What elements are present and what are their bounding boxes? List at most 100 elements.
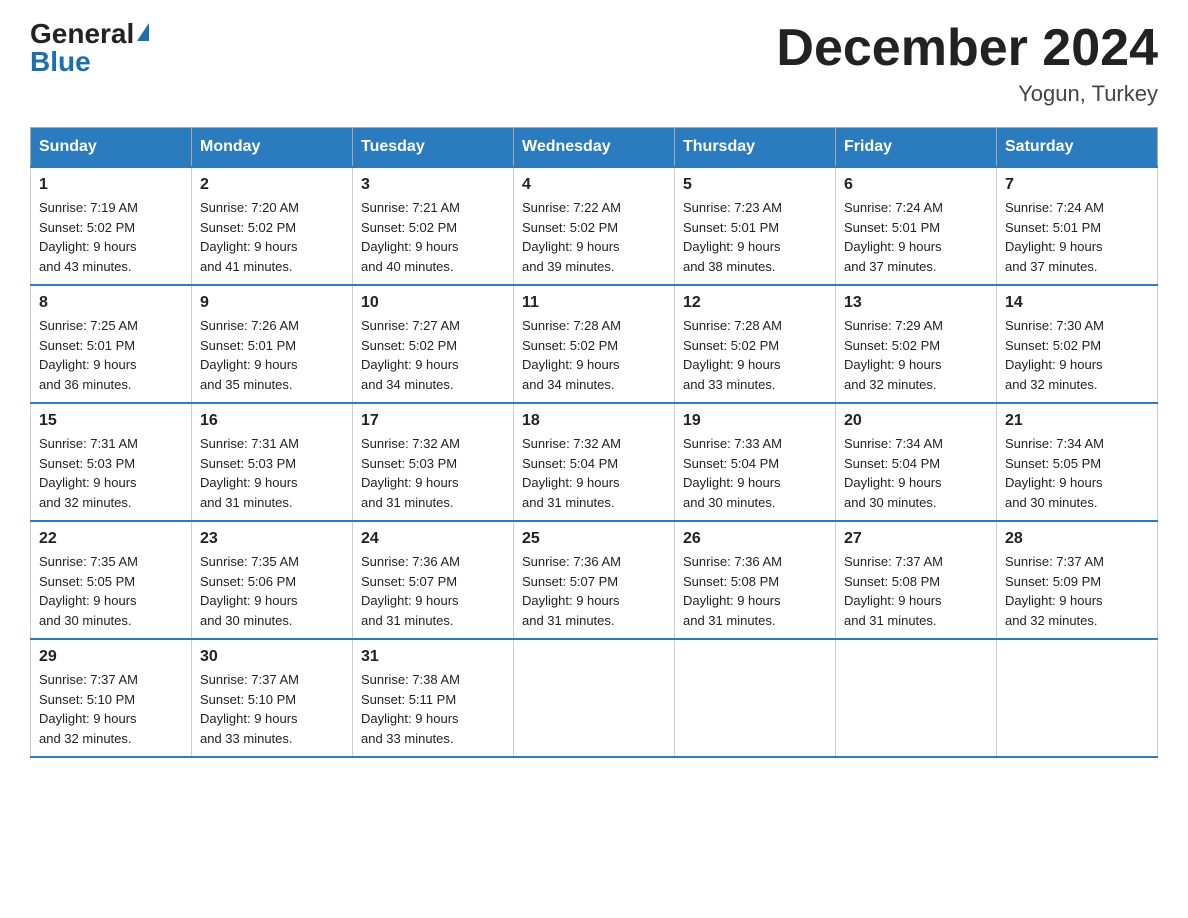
daylight-line: Daylight: 9 hours [200,593,298,608]
calendar-week-3: 15 Sunrise: 7:31 AM Sunset: 5:03 PM Dayl… [31,403,1158,521]
day-info: Sunrise: 7:37 AM Sunset: 5:10 PM Dayligh… [200,670,344,748]
table-row: 18 Sunrise: 7:32 AM Sunset: 5:04 PM Dayl… [514,403,675,521]
daylight-line2: and 31 minutes. [361,613,454,628]
daylight-line: Daylight: 9 hours [361,239,459,254]
day-info: Sunrise: 7:24 AM Sunset: 5:01 PM Dayligh… [1005,198,1149,276]
day-number: 3 [361,176,505,194]
logo-general: General [30,20,134,48]
day-number: 12 [683,294,827,312]
day-number: 17 [361,412,505,430]
sunrise-line: Sunrise: 7:24 AM [1005,200,1104,215]
sunrise-line: Sunrise: 7:27 AM [361,318,460,333]
sunrise-line: Sunrise: 7:32 AM [522,436,621,451]
table-row: 10 Sunrise: 7:27 AM Sunset: 5:02 PM Dayl… [353,285,514,403]
daylight-line: Daylight: 9 hours [522,357,620,372]
sunrise-line: Sunrise: 7:37 AM [844,554,943,569]
sunset-line: Sunset: 5:02 PM [683,338,779,353]
day-number: 18 [522,412,666,430]
day-info: Sunrise: 7:38 AM Sunset: 5:11 PM Dayligh… [361,670,505,748]
sunrise-line: Sunrise: 7:38 AM [361,672,460,687]
day-number: 4 [522,176,666,194]
daylight-line: Daylight: 9 hours [522,593,620,608]
day-info: Sunrise: 7:19 AM Sunset: 5:02 PM Dayligh… [39,198,183,276]
day-number: 20 [844,412,988,430]
daylight-line: Daylight: 9 hours [683,239,781,254]
table-row: 9 Sunrise: 7:26 AM Sunset: 5:01 PM Dayli… [192,285,353,403]
table-row: 25 Sunrise: 7:36 AM Sunset: 5:07 PM Dayl… [514,521,675,639]
daylight-line2: and 34 minutes. [522,377,615,392]
daylight-line2: and 31 minutes. [200,495,293,510]
day-info: Sunrise: 7:28 AM Sunset: 5:02 PM Dayligh… [683,316,827,394]
table-row: 22 Sunrise: 7:35 AM Sunset: 5:05 PM Dayl… [31,521,192,639]
calendar-table: Sunday Monday Tuesday Wednesday Thursday… [30,127,1158,758]
location-label: Yogun, Turkey [776,81,1158,107]
daylight-line2: and 34 minutes. [361,377,454,392]
daylight-line: Daylight: 9 hours [200,239,298,254]
day-number: 26 [683,530,827,548]
daylight-line2: and 31 minutes. [844,613,937,628]
col-thursday: Thursday [675,128,836,168]
sunset-line: Sunset: 5:08 PM [844,574,940,589]
sunset-line: Sunset: 5:04 PM [522,456,618,471]
col-friday: Friday [836,128,997,168]
table-row: 1 Sunrise: 7:19 AM Sunset: 5:02 PM Dayli… [31,167,192,285]
day-info: Sunrise: 7:24 AM Sunset: 5:01 PM Dayligh… [844,198,988,276]
day-info: Sunrise: 7:36 AM Sunset: 5:07 PM Dayligh… [522,552,666,630]
day-number: 13 [844,294,988,312]
day-number: 22 [39,530,183,548]
sunset-line: Sunset: 5:07 PM [522,574,618,589]
table-row: 20 Sunrise: 7:34 AM Sunset: 5:04 PM Dayl… [836,403,997,521]
sunrise-line: Sunrise: 7:26 AM [200,318,299,333]
day-info: Sunrise: 7:32 AM Sunset: 5:04 PM Dayligh… [522,434,666,512]
sunrise-line: Sunrise: 7:35 AM [200,554,299,569]
daylight-line: Daylight: 9 hours [39,475,137,490]
day-info: Sunrise: 7:25 AM Sunset: 5:01 PM Dayligh… [39,316,183,394]
sunset-line: Sunset: 5:01 PM [683,220,779,235]
daylight-line: Daylight: 9 hours [1005,357,1103,372]
day-number: 19 [683,412,827,430]
sunset-line: Sunset: 5:02 PM [522,220,618,235]
col-saturday: Saturday [997,128,1158,168]
sunrise-line: Sunrise: 7:22 AM [522,200,621,215]
daylight-line2: and 41 minutes. [200,259,293,274]
sunset-line: Sunset: 5:02 PM [39,220,135,235]
day-number: 30 [200,648,344,666]
day-info: Sunrise: 7:20 AM Sunset: 5:02 PM Dayligh… [200,198,344,276]
table-row: 29 Sunrise: 7:37 AM Sunset: 5:10 PM Dayl… [31,639,192,757]
daylight-line: Daylight: 9 hours [200,475,298,490]
table-row: 13 Sunrise: 7:29 AM Sunset: 5:02 PM Dayl… [836,285,997,403]
daylight-line: Daylight: 9 hours [844,357,942,372]
calendar-header-row: Sunday Monday Tuesday Wednesday Thursday… [31,128,1158,168]
day-info: Sunrise: 7:36 AM Sunset: 5:08 PM Dayligh… [683,552,827,630]
daylight-line: Daylight: 9 hours [200,711,298,726]
daylight-line: Daylight: 9 hours [361,711,459,726]
sunrise-line: Sunrise: 7:25 AM [39,318,138,333]
sunset-line: Sunset: 5:05 PM [39,574,135,589]
daylight-line2: and 32 minutes. [1005,377,1098,392]
day-number: 9 [200,294,344,312]
day-info: Sunrise: 7:23 AM Sunset: 5:01 PM Dayligh… [683,198,827,276]
sunrise-line: Sunrise: 7:37 AM [39,672,138,687]
table-row: 26 Sunrise: 7:36 AM Sunset: 5:08 PM Dayl… [675,521,836,639]
daylight-line2: and 37 minutes. [844,259,937,274]
table-row: 8 Sunrise: 7:25 AM Sunset: 5:01 PM Dayli… [31,285,192,403]
day-number: 21 [1005,412,1149,430]
sunrise-line: Sunrise: 7:35 AM [39,554,138,569]
table-row: 27 Sunrise: 7:37 AM Sunset: 5:08 PM Dayl… [836,521,997,639]
sunrise-line: Sunrise: 7:28 AM [522,318,621,333]
day-info: Sunrise: 7:31 AM Sunset: 5:03 PM Dayligh… [39,434,183,512]
sunrise-line: Sunrise: 7:32 AM [361,436,460,451]
daylight-line: Daylight: 9 hours [1005,593,1103,608]
day-number: 6 [844,176,988,194]
day-info: Sunrise: 7:32 AM Sunset: 5:03 PM Dayligh… [361,434,505,512]
day-info: Sunrise: 7:30 AM Sunset: 5:02 PM Dayligh… [1005,316,1149,394]
daylight-line2: and 33 minutes. [200,731,293,746]
table-row: 23 Sunrise: 7:35 AM Sunset: 5:06 PM Dayl… [192,521,353,639]
calendar-week-1: 1 Sunrise: 7:19 AM Sunset: 5:02 PM Dayli… [31,167,1158,285]
sunset-line: Sunset: 5:02 PM [844,338,940,353]
day-info: Sunrise: 7:26 AM Sunset: 5:01 PM Dayligh… [200,316,344,394]
daylight-line2: and 38 minutes. [683,259,776,274]
table-row: 11 Sunrise: 7:28 AM Sunset: 5:02 PM Dayl… [514,285,675,403]
daylight-line2: and 31 minutes. [522,613,615,628]
table-row: 16 Sunrise: 7:31 AM Sunset: 5:03 PM Dayl… [192,403,353,521]
